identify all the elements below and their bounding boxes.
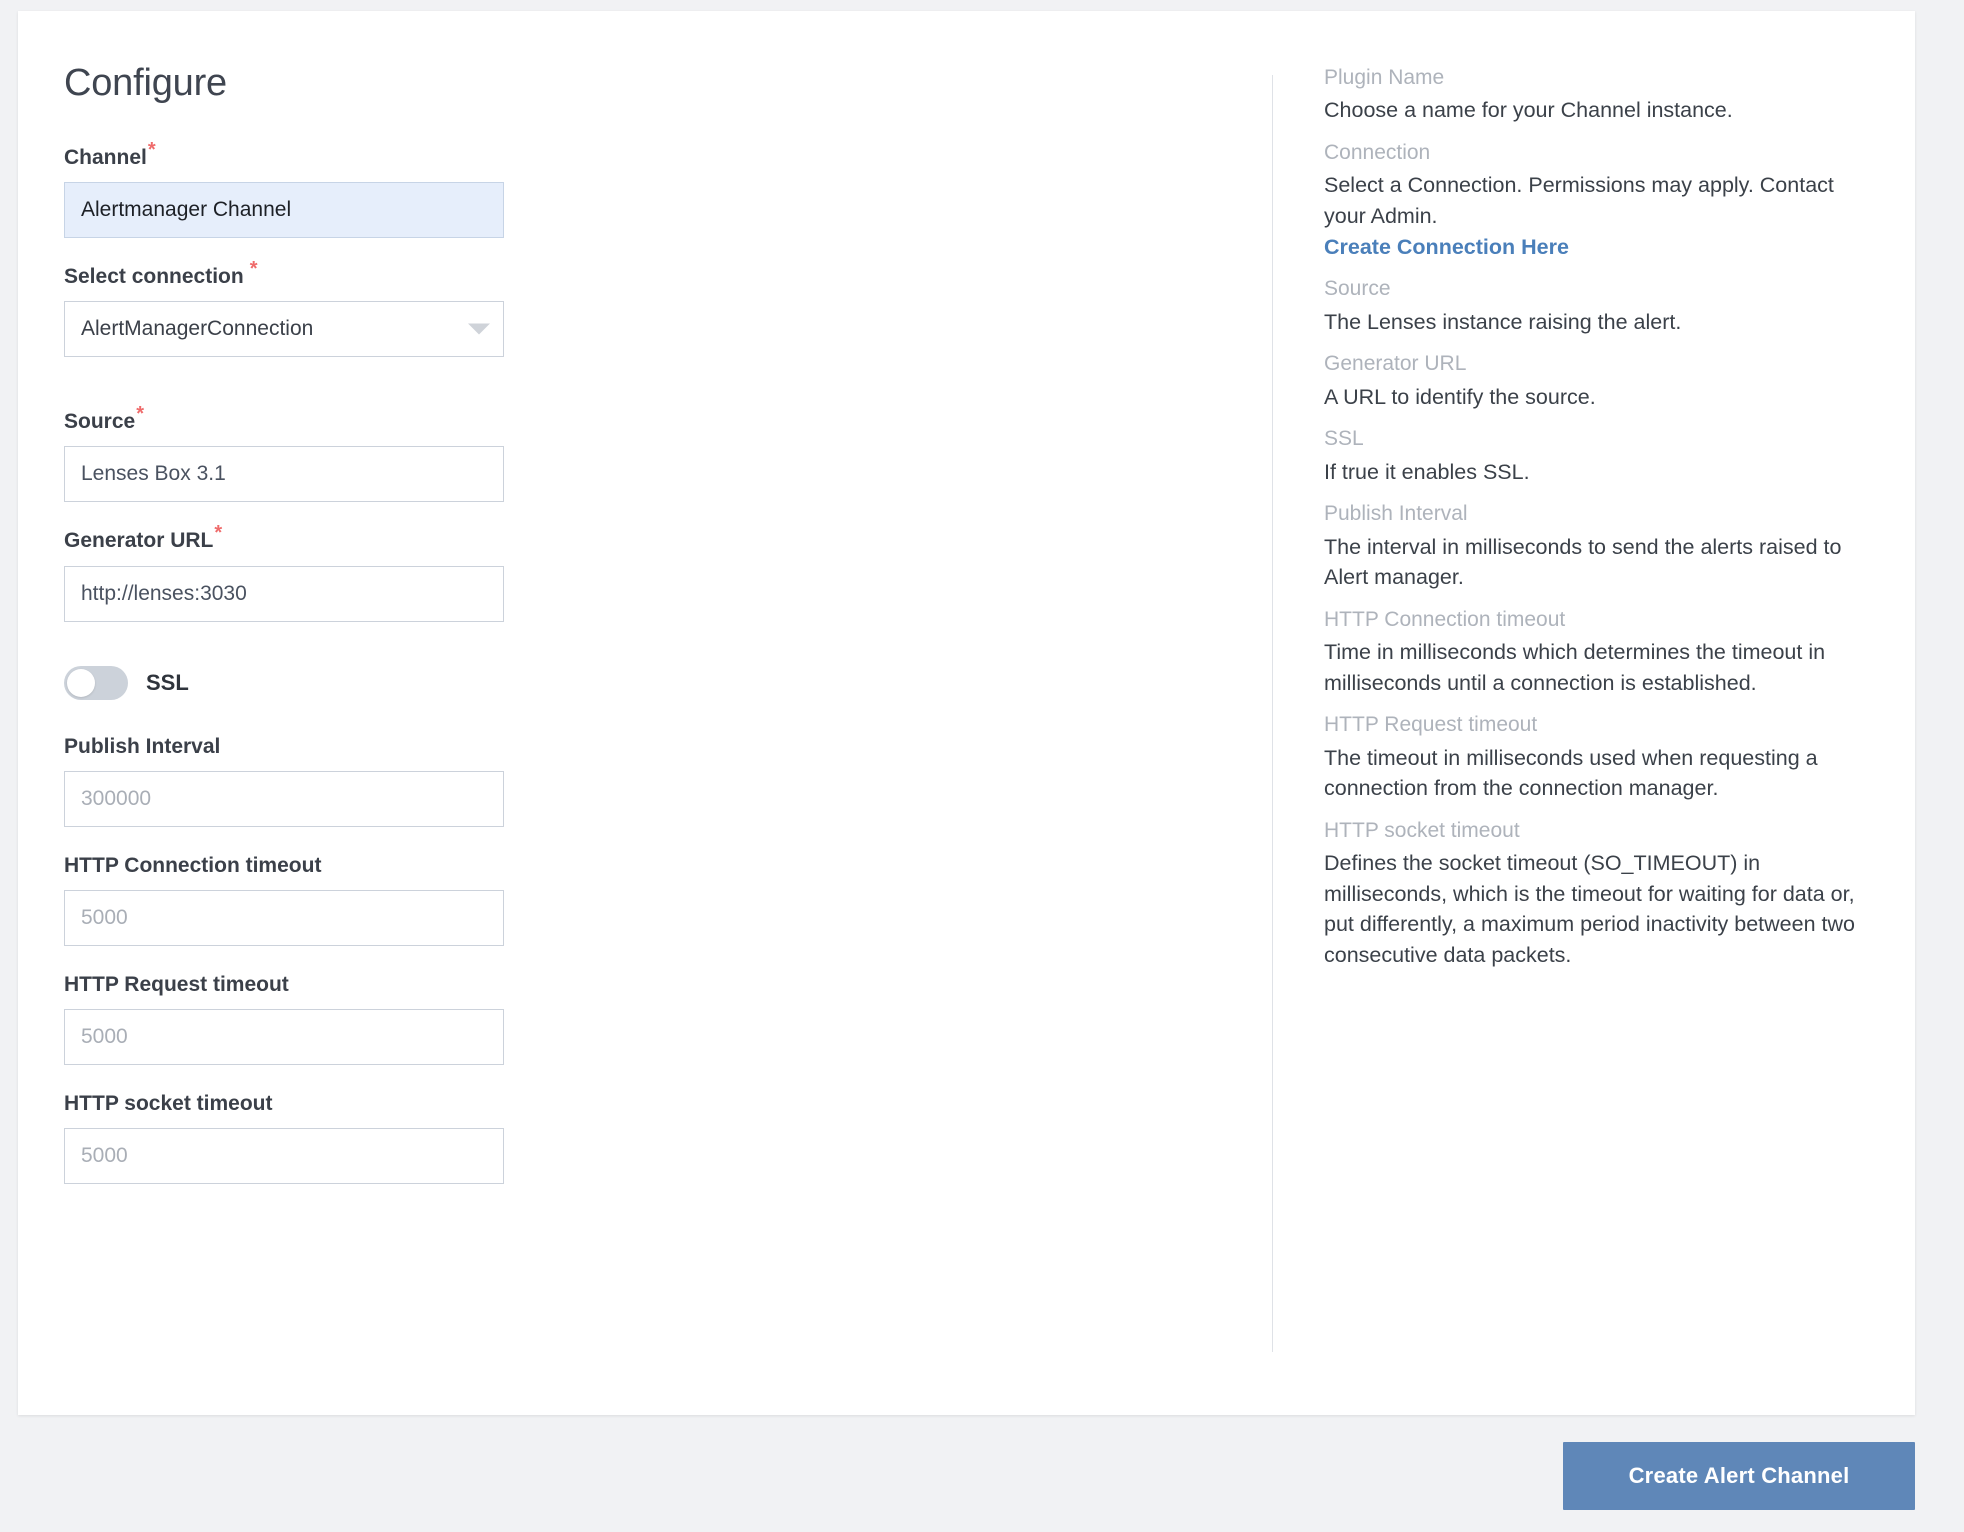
configure-card: Configure Channel* Select connection* Al… [18, 11, 1915, 1415]
ssl-toggle-label: SSL [146, 669, 189, 695]
help-item-plugin-name: Plugin Name Choose a name for your Chann… [1324, 63, 1855, 126]
field-label-http-socket-timeout: HTTP socket timeout [64, 1092, 273, 1116]
help-desc: Time in milliseconds which determines th… [1324, 640, 1826, 695]
configure-form: Configure Channel* Select connection* Al… [18, 11, 1272, 1415]
field-generator-url: Generator URL* [64, 523, 1272, 622]
field-channel: Channel* [64, 140, 1272, 238]
help-item-http-socket-timeout: HTTP socket timeout Defines the socket t… [1324, 816, 1855, 971]
help-item-http-connection-timeout: HTTP Connection timeout Time in millisec… [1324, 605, 1855, 698]
required-asterisk: * [249, 257, 258, 280]
required-asterisk: * [136, 403, 144, 426]
help-term: HTTP socket timeout [1324, 818, 1520, 842]
field-publish-interval: Publish Interval [64, 734, 1272, 827]
http-socket-timeout-input[interactable] [64, 1128, 504, 1185]
http-connection-timeout-input[interactable] [64, 889, 504, 946]
field-label-publish-interval: Publish Interval [64, 734, 221, 758]
help-item-publish-interval: Publish Interval The interval in millise… [1324, 499, 1855, 592]
field-label-http-request-timeout: HTTP Request timeout [64, 972, 289, 996]
help-term: Generator URL [1324, 352, 1467, 376]
required-asterisk: * [147, 138, 156, 161]
help-desc: Select a Connection. Permissions may app… [1324, 173, 1834, 228]
field-http-request-timeout: HTTP Request timeout [64, 972, 1272, 1066]
page-title: Configure [64, 62, 227, 104]
ssl-toggle[interactable] [64, 665, 128, 700]
help-item-source: Source The Lenses instance raising the a… [1324, 274, 1855, 337]
field-label-source: Source* [64, 404, 1272, 434]
help-desc: Choose a name for your Channel instance. [1324, 98, 1733, 123]
help-panel: Plugin Name Choose a name for your Chann… [1272, 11, 1915, 1415]
help-term: Plugin Name [1324, 66, 1445, 89]
create-connection-link[interactable]: Create Connection Here [1324, 235, 1569, 260]
help-term: Source [1324, 277, 1391, 301]
http-request-timeout-input[interactable] [64, 1009, 504, 1066]
help-item-ssl: SSL If true it enables SSL. [1324, 424, 1855, 487]
help-desc: The timeout in milliseconds used when re… [1324, 745, 1818, 801]
field-label-generator-url: Generator URL* [64, 523, 1272, 553]
help-desc: The interval in milliseconds to send the… [1324, 534, 1842, 590]
ssl-toggle-knob [67, 668, 95, 697]
field-label-source-text: Source [64, 410, 136, 434]
publish-interval-input[interactable] [64, 770, 504, 827]
configure-alert-channel-page: Configure Channel* Select connection* Al… [0, 0, 1964, 1532]
field-select-connection: Select connection * AlertManagerConnectio… [64, 259, 1272, 358]
ssl-toggle-row: SSL [64, 665, 1272, 700]
field-label-select-connection: Select connection * [64, 259, 1272, 289]
connection-select[interactable]: AlertManagerConnection [64, 301, 504, 358]
help-term: HTTP Connection timeout [1324, 607, 1566, 631]
footer-actions: Create Alert Channel [18, 1415, 1915, 1532]
field-label-channel-text: Channel [64, 145, 147, 169]
help-item-connection: Connection Select a Connection. Permissi… [1324, 138, 1855, 262]
required-asterisk: * [214, 522, 223, 545]
create-alert-channel-button[interactable]: Create Alert Channel [1563, 1442, 1915, 1510]
field-source: Source* [64, 404, 1272, 503]
field-http-socket-timeout: HTTP socket timeout [64, 1091, 1272, 1185]
field-label-http-connection-timeout: HTTP Connection timeout [64, 853, 322, 877]
help-term: Publish Interval [1324, 502, 1468, 526]
help-desc: The Lenses instance raising the alert. [1324, 309, 1682, 334]
help-desc: If true it enables SSL. [1324, 459, 1530, 484]
help-desc: Defines the socket timeout (SO_TIMEOUT) … [1324, 851, 1855, 967]
field-label-select-connection-text: Select connection [64, 264, 244, 288]
source-input[interactable] [64, 446, 504, 503]
help-item-generator-url: Generator URL A URL to identify the sour… [1324, 349, 1855, 412]
help-desc: A URL to identify the source. [1324, 384, 1596, 409]
help-term: HTTP Request timeout [1324, 713, 1538, 737]
column-divider [1272, 75, 1273, 1352]
connection-select-wrap: AlertManagerConnection [64, 301, 504, 358]
field-label-generator-url-text: Generator URL [64, 529, 214, 553]
help-term: SSL [1324, 427, 1364, 451]
help-term: Connection [1324, 140, 1431, 164]
connection-select-value: AlertManagerConnection [81, 317, 314, 341]
field-http-connection-timeout: HTTP Connection timeout [64, 853, 1272, 946]
channel-input[interactable] [64, 181, 504, 238]
help-item-http-request-timeout: HTTP Request timeout The timeout in mill… [1324, 710, 1855, 803]
generator-url-input[interactable] [64, 565, 504, 622]
field-label-channel: Channel* [64, 140, 1272, 170]
